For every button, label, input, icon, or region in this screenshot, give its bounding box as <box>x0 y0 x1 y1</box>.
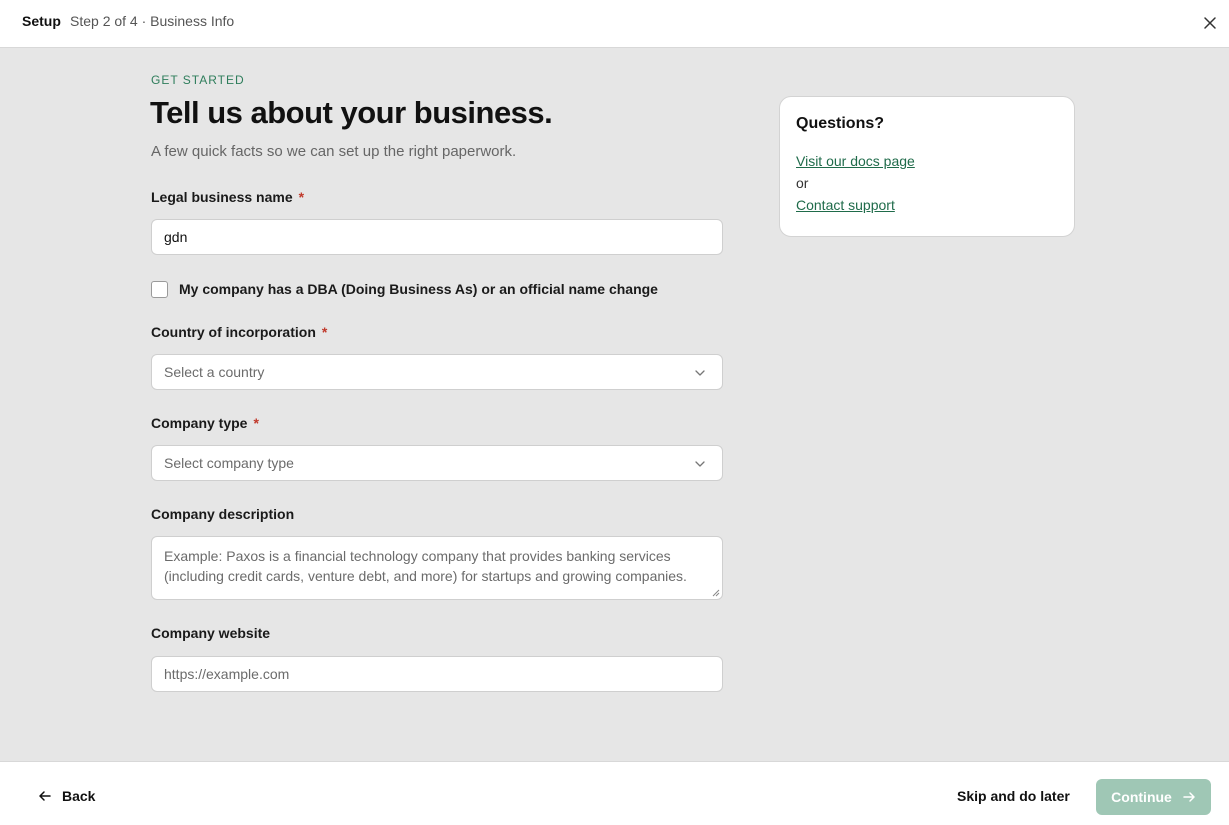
required-asterisk: * <box>298 189 305 205</box>
company-type-label-text: Company type <box>151 415 248 431</box>
resize-grip-icon[interactable] <box>712 589 720 597</box>
description-textarea[interactable]: Example: Paxos is a financial technology… <box>151 536 723 600</box>
legal-name-input[interactable]: gdn <box>151 219 723 255</box>
website-input[interactable]: https://example.com <box>151 656 723 692</box>
legal-name-label-text: Legal business name <box>151 189 293 205</box>
company-type-select-placeholder: Select company type <box>164 455 294 471</box>
close-icon[interactable] <box>1201 14 1219 32</box>
country-label-text: Country of incorporation <box>151 324 316 340</box>
eyebrow-label: GET STARTED <box>151 73 245 87</box>
country-label: Country of incorporation * <box>151 324 327 340</box>
company-type-label: Company type * <box>151 415 259 431</box>
continue-button-label: Continue <box>1111 789 1172 805</box>
dba-checkbox-label[interactable]: My company has a DBA (Doing Business As)… <box>179 281 658 297</box>
footer-bar: Back Skip and do later Continue <box>0 761 1229 825</box>
arrow-left-icon <box>39 791 51 801</box>
contact-support-link[interactable]: Contact support <box>796 197 1058 213</box>
setup-title: Setup <box>22 13 61 29</box>
required-asterisk: * <box>253 415 259 431</box>
website-label: Company website <box>151 625 271 641</box>
dba-checkbox[interactable] <box>151 280 168 298</box>
chevron-down-icon <box>695 370 705 376</box>
help-card-title: Questions? <box>796 115 885 132</box>
country-select-placeholder: Select a country <box>164 364 265 380</box>
chevron-down-icon <box>695 461 705 467</box>
skip-button[interactable]: Skip and do later <box>957 788 1070 804</box>
country-select[interactable]: Select a country <box>151 354 723 390</box>
dba-checkbox-row[interactable]: My company has a DBA (Doing Business As)… <box>151 280 658 298</box>
company-type-select[interactable]: Select company type <box>151 445 723 481</box>
help-card: Questions? Visit our docs page or Contac… <box>779 96 1075 237</box>
docs-link[interactable]: Visit our docs page <box>796 153 1058 169</box>
description-placeholder: Example: Paxos is a financial technology… <box>164 548 687 584</box>
arrow-right-icon <box>1183 792 1195 802</box>
back-button[interactable]: Back <box>38 788 95 804</box>
step-indicator: Step 2 of 4 · Business Info <box>70 13 235 29</box>
continue-button[interactable]: Continue <box>1096 779 1211 815</box>
page-title: Tell us about your business. <box>150 95 553 130</box>
or-text: or <box>796 175 809 191</box>
top-bar: Setup Step 2 of 4 · Business Info <box>0 0 1229 48</box>
description-label: Company description <box>151 506 295 522</box>
page-subtitle: A few quick facts so we can set up the r… <box>151 143 517 160</box>
legal-name-label: Legal business name * <box>151 189 304 205</box>
back-button-label: Back <box>62 788 96 804</box>
required-asterisk: * <box>321 324 328 340</box>
